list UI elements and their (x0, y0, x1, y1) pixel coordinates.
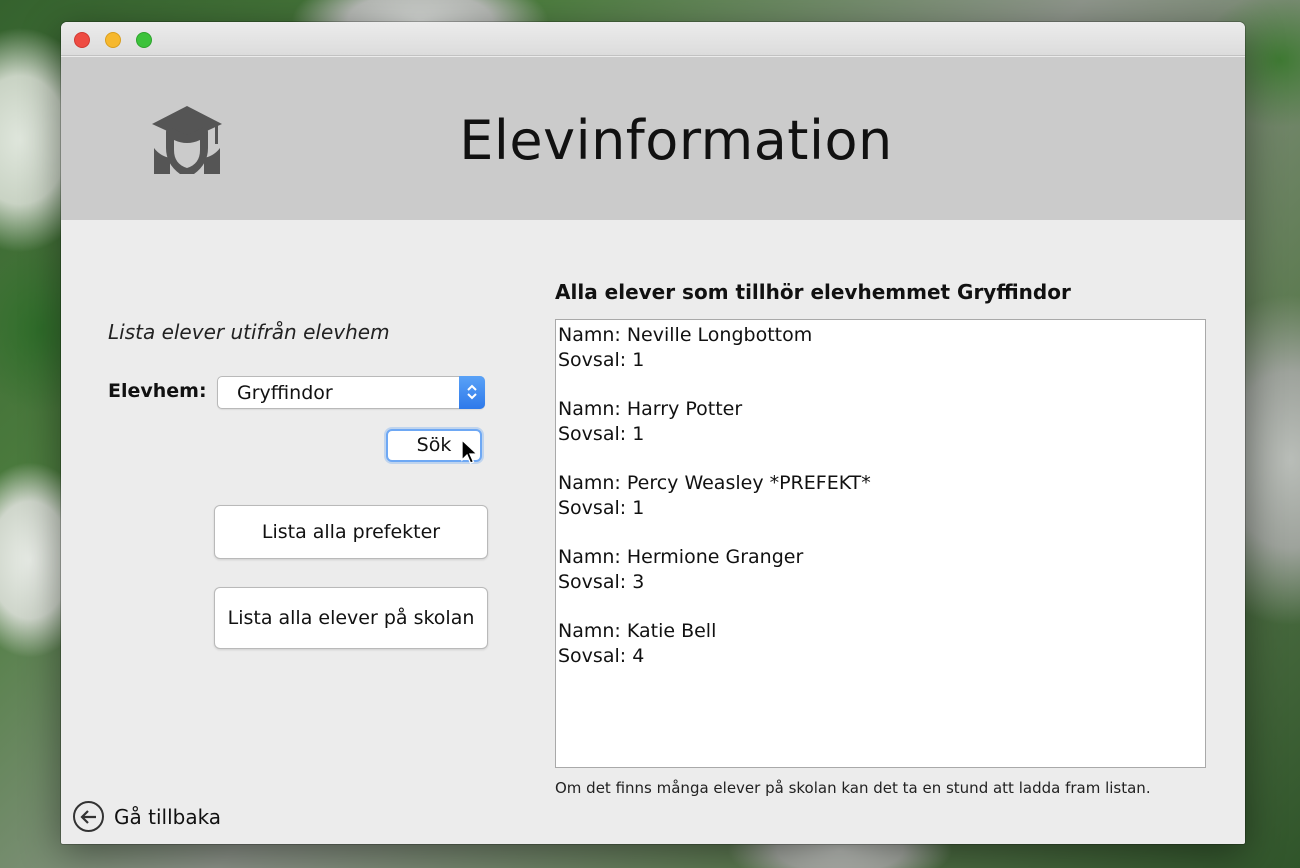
back-button-label: Gå tillbaka (114, 805, 222, 829)
mouse-pointer-icon (461, 439, 479, 464)
student-dorm: Sovsal: 1 (558, 348, 645, 371)
list-item: Namn: Hermione Granger Sovsal: 3 (558, 545, 1205, 594)
student-dorm: Sovsal: 1 (558, 422, 645, 445)
student-dorm: Sovsal: 4 (558, 644, 645, 667)
list-item: Namn: Harry Potter Sovsal: 1 (558, 397, 1205, 446)
list-item: Namn: Percy Weasley *PREFEKT* Sovsal: 1 (558, 471, 1205, 520)
results-list[interactable]: Namn: Neville Longbottom Sovsal: 1 Namn:… (555, 319, 1206, 768)
house-filter-label: Lista elever utifrån elevhem (108, 320, 390, 344)
student-name: Namn: Neville Longbottom (558, 324, 813, 346)
house-field-label: Elevhem: (108, 380, 207, 402)
house-select-stepper[interactable] (459, 376, 485, 409)
list-item: Namn: Neville Longbottom Sovsal: 1 (558, 323, 1205, 372)
close-window-button[interactable] (74, 32, 90, 48)
results-footnote: Om det finns många elever på skolan kan … (555, 779, 1151, 797)
chevron-up-down-icon (467, 384, 477, 400)
minimize-window-button[interactable] (105, 32, 121, 48)
header-band: Elevinformation (61, 57, 1245, 220)
list-prefects-button[interactable]: Lista alla prefekter (214, 505, 488, 559)
page-title: Elevinformation (459, 109, 893, 172)
back-circle (73, 801, 104, 832)
student-name: Namn: Percy Weasley *PREFEKT* (558, 472, 871, 494)
student-name: Namn: Harry Potter (558, 398, 743, 420)
title-bar (61, 22, 1245, 56)
student-dorm: Sovsal: 3 (558, 570, 645, 593)
student-dorm: Sovsal: 1 (558, 496, 645, 519)
app-window: Elevinformation Lista elever utifrån ele… (61, 22, 1245, 844)
student-name: Namn: Katie Bell (558, 620, 717, 642)
list-item: Namn: Katie Bell Sovsal: 4 (558, 619, 1205, 668)
results-title: Alla elever som tillhör elevhemmet Gryff… (555, 280, 1071, 304)
arrow-left-icon (80, 810, 96, 824)
house-select[interactable]: Gryffindor (217, 376, 485, 409)
zoom-window-button[interactable] (136, 32, 152, 48)
house-selected-value: Gryffindor (237, 382, 333, 404)
list-all-students-button[interactable]: Lista alla elever på skolan (214, 587, 488, 649)
student-name: Namn: Hermione Granger (558, 546, 804, 568)
